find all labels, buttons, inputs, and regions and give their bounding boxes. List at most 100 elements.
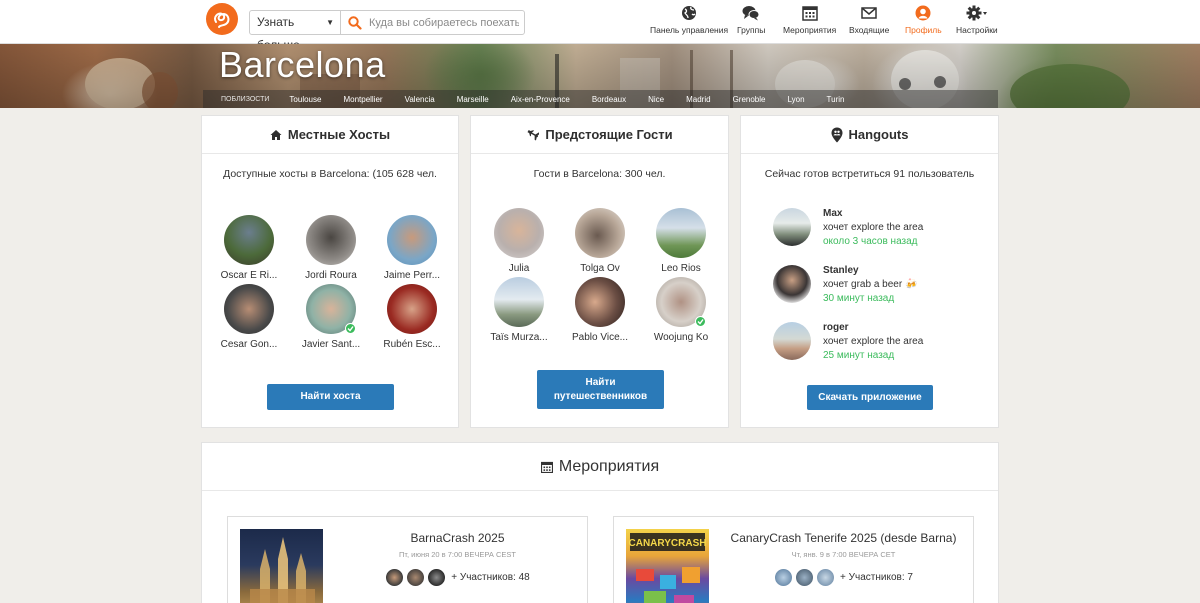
- guest-profile[interactable]: Woojung Ko: [641, 277, 721, 343]
- participants-count: + Участников: 7: [840, 572, 913, 583]
- events-section: Мероприятия BarnaCrash 2025 Пт, июня 20 …: [201, 442, 999, 603]
- hangouts-header: Hangouts: [741, 116, 998, 154]
- calendar-icon: [540, 461, 553, 473]
- guest-profile[interactable]: Leo Rios: [641, 208, 721, 274]
- upcoming-guests-title: Предстоящие Гости: [545, 127, 673, 142]
- nearby-city-link[interactable]: Lyon: [787, 95, 804, 104]
- nav-events[interactable]: Мероприятия: [783, 5, 836, 41]
- participant-avatar: [406, 568, 426, 587]
- search-input[interactable]: [369, 14, 519, 32]
- participant-avatar: [816, 568, 836, 587]
- host-profile[interactable]: Javier Sant...: [291, 284, 371, 350]
- hangout-item[interactable]: Max хочет explore the area около 3 часов…: [773, 208, 973, 252]
- nearby-city-link[interactable]: Madrid: [686, 95, 710, 104]
- hangout-time: около 3 часов назад: [823, 236, 918, 247]
- nearby-city-link[interactable]: Turin: [827, 95, 845, 104]
- nav-profile-label: Профиль: [905, 25, 942, 35]
- host-name: Jordi Roura: [305, 270, 357, 281]
- host-profile[interactable]: Jordi Roura: [291, 215, 371, 281]
- canarycrash-poster: CANARYCRASH: [629, 533, 706, 603]
- guest-profile[interactable]: Pablo Vice...: [560, 277, 640, 343]
- event-card[interactable]: CANARYCRASH CanaryCrash Tenerife 2025 (d…: [613, 516, 974, 603]
- event-card[interactable]: BarnaCrash 2025 Пт, июня 20 в 7:00 ВЕЧЕР…: [227, 516, 588, 603]
- avatar: [306, 284, 356, 334]
- upcoming-guests-header: Предстоящие Гости: [471, 116, 728, 154]
- hangout-user-name: Max: [823, 208, 843, 219]
- nav-groups[interactable]: Группы: [737, 5, 765, 41]
- learn-more-dropdown[interactable]: Узнать больше ▼: [249, 10, 341, 52]
- nav-events-label: Мероприятия: [783, 25, 837, 35]
- avatar: [494, 208, 544, 258]
- local-hosts-header: Местные Хосты: [202, 116, 458, 154]
- cathedral-photo: [250, 537, 315, 603]
- guest-profile[interactable]: Tolga Ov: [560, 208, 640, 274]
- hangouts-count: Сейчас готов встретиться 91 пользователь: [764, 168, 975, 180]
- event-image: [240, 529, 323, 603]
- nav-dashboard[interactable]: Панель управления: [650, 5, 728, 41]
- event-image: CANARYCRASH: [626, 529, 709, 603]
- nearby-city-link[interactable]: Montpellier: [343, 95, 382, 104]
- profile-icon: [915, 5, 931, 21]
- hangouts-title: Hangouts: [848, 127, 909, 142]
- find-travelers-button[interactable]: Найти путешественников: [537, 370, 664, 409]
- top-nav: Узнать больше ▼ Панель управления Группы: [0, 0, 1200, 52]
- event-title[interactable]: CanaryCrash Tenerife 2025 (desde Barna): [714, 531, 973, 545]
- avatar: [773, 322, 811, 360]
- nearby-city-link[interactable]: Valencia: [405, 95, 435, 104]
- upcoming-guests-count: Гости в Barcelona: 300 чел.: [533, 168, 666, 180]
- nearby-city-link[interactable]: Nice: [648, 95, 664, 104]
- nearby-city-link[interactable]: Grenoble: [733, 95, 766, 104]
- host-name: Jaime Perr...: [383, 270, 441, 281]
- nearby-city-link[interactable]: Toulouse: [289, 95, 321, 104]
- nav-settings[interactable]: Настройки: [956, 5, 998, 41]
- couchsurfing-logo[interactable]: [206, 3, 238, 35]
- event-title[interactable]: BarnaCrash 2025: [328, 531, 587, 545]
- find-host-button[interactable]: Найти хоста: [267, 384, 394, 410]
- hangout-item[interactable]: roger хочет explore the area 25 минут на…: [773, 322, 973, 366]
- event-date: Пт, июня 20 в 7:00 ВЕЧЕРА CEST: [398, 550, 517, 559]
- home-icon: [270, 129, 282, 140]
- host-profile[interactable]: Rubén Esc...: [372, 284, 452, 350]
- local-hosts-title: Местные Хосты: [287, 127, 391, 142]
- host-profile[interactable]: Jaime Perr...: [372, 215, 452, 281]
- nav-inbox[interactable]: Входящие: [849, 5, 889, 41]
- download-app-button[interactable]: Скачать приложение: [807, 385, 933, 410]
- event-participants: + Участников: 48: [328, 568, 587, 587]
- airplane-icon: [527, 130, 540, 141]
- avatar: [494, 277, 544, 327]
- participant-avatar: [774, 568, 794, 587]
- hangout-user-name: Stanley: [823, 265, 859, 276]
- verified-badge-icon: [345, 323, 356, 334]
- guest-name: Taïs Murza...: [490, 332, 548, 343]
- nearby-city-link[interactable]: Marseille: [457, 95, 489, 104]
- guest-name: Pablo Vice...: [572, 332, 628, 343]
- avatar: [224, 215, 274, 265]
- avatar: [656, 277, 706, 327]
- host-profile[interactable]: Oscar E Ri...: [209, 215, 289, 281]
- guest-profile[interactable]: Julia: [479, 208, 559, 274]
- event-participants: + Участников: 7: [714, 568, 973, 587]
- host-name: Javier Sant...: [301, 339, 361, 350]
- search-box[interactable]: [340, 10, 525, 35]
- nearby-city-link[interactable]: Bordeaux: [592, 95, 626, 104]
- search-icon: [348, 16, 362, 30]
- city-title: Barcelona: [219, 44, 386, 85]
- logo-icon: [214, 12, 230, 28]
- nearby-city-link[interactable]: Aix-en-Provence: [511, 95, 570, 104]
- host-name: Rubén Esc...: [383, 339, 441, 350]
- guest-profile[interactable]: Taïs Murza...: [479, 277, 559, 343]
- hangout-time: 30 минут назад: [823, 293, 895, 304]
- host-profile[interactable]: Cesar Gon...: [209, 284, 289, 350]
- avatar: [656, 208, 706, 258]
- avatar: [575, 277, 625, 327]
- hangout-item[interactable]: Stanley хочет grab a beer 🍻 30 минут наз…: [773, 265, 973, 309]
- city-banner: Barcelona ПОБЛИЗОСТИ Toulouse Montpellie…: [0, 44, 1200, 108]
- nav-profile[interactable]: Профиль: [905, 5, 942, 41]
- guest-name: Julia: [508, 263, 530, 274]
- participant-avatar: [427, 568, 447, 587]
- calendar-icon: [801, 6, 818, 21]
- nav-groups-label: Группы: [737, 25, 766, 35]
- avatar: [306, 215, 356, 265]
- local-hosts-card: Местные Хосты Доступные хосты в Barcelon…: [201, 115, 459, 428]
- upcoming-guests-card: Предстоящие Гости Гости в Barcelona: 300…: [470, 115, 729, 428]
